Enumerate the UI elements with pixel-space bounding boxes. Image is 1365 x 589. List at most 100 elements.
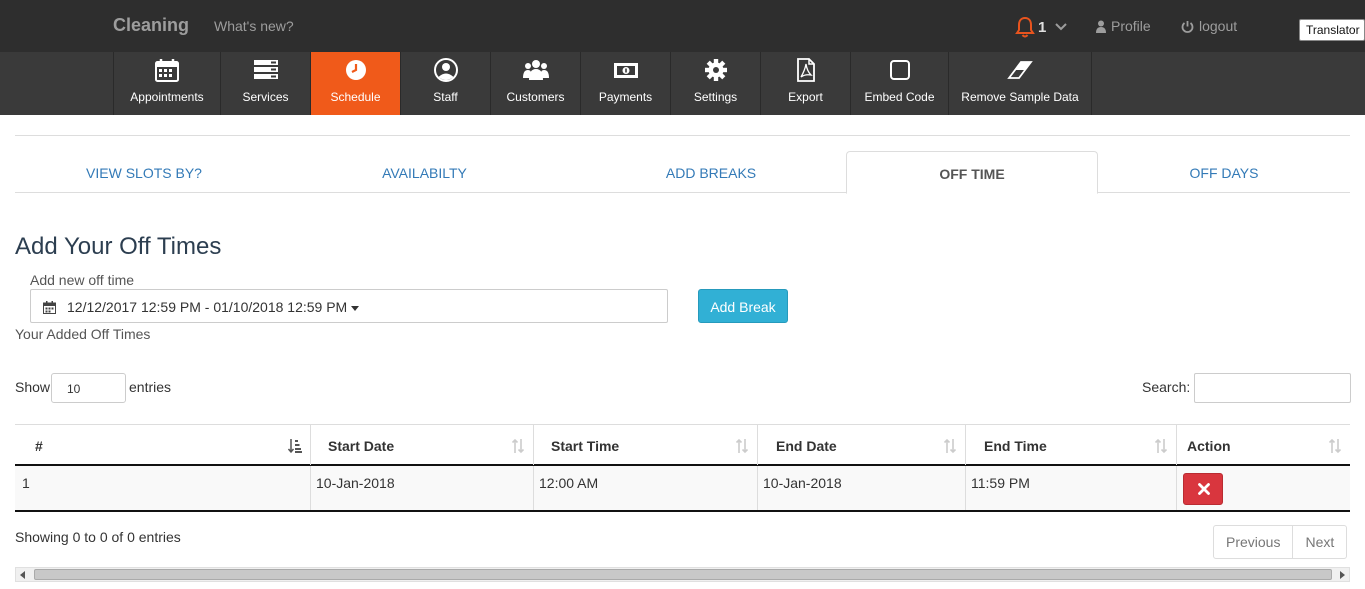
- table-info: Showing 0 to 0 of 0 entries: [15, 529, 181, 545]
- clock-icon: [345, 60, 366, 80]
- translator-button[interactable]: Translator: [1299, 19, 1365, 41]
- nav-label: Services: [242, 90, 289, 104]
- tab-availability[interactable]: AVAILABILTY: [273, 151, 576, 193]
- nav-label: Appointments: [130, 90, 204, 104]
- nav-label: Embed Code: [864, 90, 935, 104]
- cell-number: 1: [22, 475, 30, 491]
- power-icon: [1181, 20, 1194, 33]
- pdf-file-icon: [796, 58, 815, 82]
- cell-action: [1176, 466, 1350, 510]
- user-icon: [1096, 20, 1106, 33]
- nav-remove-sample-data[interactable]: Remove Sample Data: [948, 52, 1092, 115]
- schedule-tabs: VIEW SLOTS BY? AVAILABILTY ADD BREAKS OF…: [15, 151, 1350, 194]
- search-label: Search:: [1142, 379, 1191, 395]
- search-input[interactable]: [1194, 373, 1351, 403]
- col-label: #: [35, 438, 43, 454]
- table-row: 1 10-Jan-2018 12:00 AM 10-Jan-2018 11:59…: [15, 466, 1350, 512]
- divider: [15, 135, 1350, 136]
- col-header-number[interactable]: #: [15, 425, 310, 465]
- logout-link[interactable]: logout: [1181, 18, 1237, 34]
- sort-both-icon: [735, 438, 749, 454]
- next-button[interactable]: Next: [1293, 526, 1346, 558]
- tab-view-slots-by[interactable]: VIEW SLOTS BY?: [15, 151, 273, 193]
- sort-both-icon: [1328, 438, 1342, 454]
- cell-start-time: 12:00 AM: [533, 466, 757, 510]
- calendar-icon: [155, 59, 179, 82]
- nav-embed-code[interactable]: Embed Code: [850, 52, 948, 115]
- eraser-icon: [1007, 61, 1033, 79]
- scrollbar-thumb[interactable]: [34, 569, 1332, 580]
- brand-link[interactable]: Cleaning: [113, 15, 189, 36]
- top-header: Cleaning What's new? 1 Profile logout Tr…: [0, 0, 1365, 52]
- nav-appointments[interactable]: Appointments: [113, 52, 220, 115]
- add-break-button[interactable]: Add Break: [698, 289, 788, 323]
- nav-label: Customers: [506, 90, 565, 104]
- chevron-down-icon[interactable]: [1054, 22, 1068, 32]
- show-label: Show: [15, 379, 51, 395]
- nav-export[interactable]: Export: [760, 52, 850, 115]
- previous-button[interactable]: Previous: [1214, 526, 1294, 558]
- col-header-start-date[interactable]: Start Date: [310, 425, 533, 465]
- nav-label: Staff: [433, 90, 458, 104]
- added-off-times-label: Your Added Off Times: [15, 326, 151, 342]
- close-icon: [1198, 483, 1210, 495]
- nav-staff[interactable]: Staff: [400, 52, 490, 115]
- bell-icon[interactable]: [1015, 16, 1035, 38]
- calendar-icon: [43, 301, 56, 314]
- tab-off-days[interactable]: OFF DAYS: [1098, 151, 1350, 193]
- page-title: Add Your Off Times: [15, 233, 222, 260]
- square-icon: [889, 60, 910, 80]
- new-off-time-label: Add new off time: [30, 272, 135, 288]
- nav-label: Payments: [598, 90, 653, 104]
- nav-label: Settings: [693, 90, 738, 104]
- col-label: Start Time: [551, 438, 620, 454]
- profile-link[interactable]: Profile: [1096, 18, 1151, 34]
- users-icon: [522, 60, 549, 80]
- col-header-end-date[interactable]: End Date: [757, 425, 965, 465]
- entries-select[interactable]: 10: [51, 373, 126, 403]
- cell-end-time: 11:59 PM: [965, 466, 1176, 510]
- nav-label: Remove Sample Data: [961, 90, 1079, 104]
- col-header-action[interactable]: Action: [1176, 425, 1350, 465]
- col-label: End Date: [776, 438, 837, 454]
- col-label: End Time: [984, 438, 1047, 454]
- caret-down-icon: [351, 305, 360, 311]
- date-range-value: 12/12/2017 12:59 PM - 01/10/2018 12:59 P…: [67, 299, 360, 315]
- date-range-picker[interactable]: 12/12/2017 12:59 PM - 01/10/2018 12:59 P…: [30, 289, 668, 323]
- user-circle-icon: [433, 58, 458, 82]
- profile-label: Profile: [1111, 18, 1151, 34]
- gear-icon: [704, 59, 727, 81]
- sort-both-icon: [511, 438, 525, 454]
- whats-new-link[interactable]: What's new?: [214, 18, 294, 34]
- tab-off-time[interactable]: OFF TIME: [846, 151, 1098, 194]
- sort-both-icon: [943, 438, 957, 454]
- nav-schedule[interactable]: Schedule: [310, 52, 400, 115]
- pagination: Previous Next: [1213, 525, 1348, 559]
- nav-services[interactable]: Services: [220, 52, 310, 115]
- notification-count[interactable]: 1: [1038, 19, 1046, 36]
- nav-customers[interactable]: Customers: [490, 52, 580, 115]
- nav-settings[interactable]: Settings: [670, 52, 760, 115]
- money-icon: [613, 63, 638, 78]
- nav-payments[interactable]: Payments: [580, 52, 670, 115]
- scroll-left-icon[interactable]: [20, 571, 25, 579]
- sort-asc-icon: [288, 439, 302, 454]
- col-label: Start Date: [328, 438, 395, 454]
- main-nav: Appointments Services Schedule Staff Cus…: [0, 52, 1365, 115]
- server-icon: [253, 60, 278, 79]
- scroll-right-icon[interactable]: [1340, 571, 1345, 579]
- nav-label: Schedule: [330, 90, 381, 104]
- sort-both-icon: [1154, 438, 1168, 454]
- delete-button[interactable]: [1183, 473, 1223, 505]
- cell-end-date: 10-Jan-2018: [757, 466, 965, 510]
- col-header-start-time[interactable]: Start Time: [533, 425, 757, 465]
- horizontal-scrollbar[interactable]: [15, 567, 1350, 582]
- col-header-end-time[interactable]: End Time: [965, 425, 1176, 465]
- table-header: # Start Date Start Time End Date End Tim…: [15, 424, 1350, 466]
- cell-start-date: 10-Jan-2018: [310, 466, 533, 510]
- entries-label: entries: [129, 379, 172, 395]
- col-label: Action: [1187, 438, 1231, 454]
- date-range-text: 12/12/2017 12:59 PM - 01/10/2018 12:59 P…: [67, 299, 348, 315]
- nav-label: Export: [788, 90, 823, 104]
- tab-add-breaks[interactable]: ADD BREAKS: [576, 151, 846, 193]
